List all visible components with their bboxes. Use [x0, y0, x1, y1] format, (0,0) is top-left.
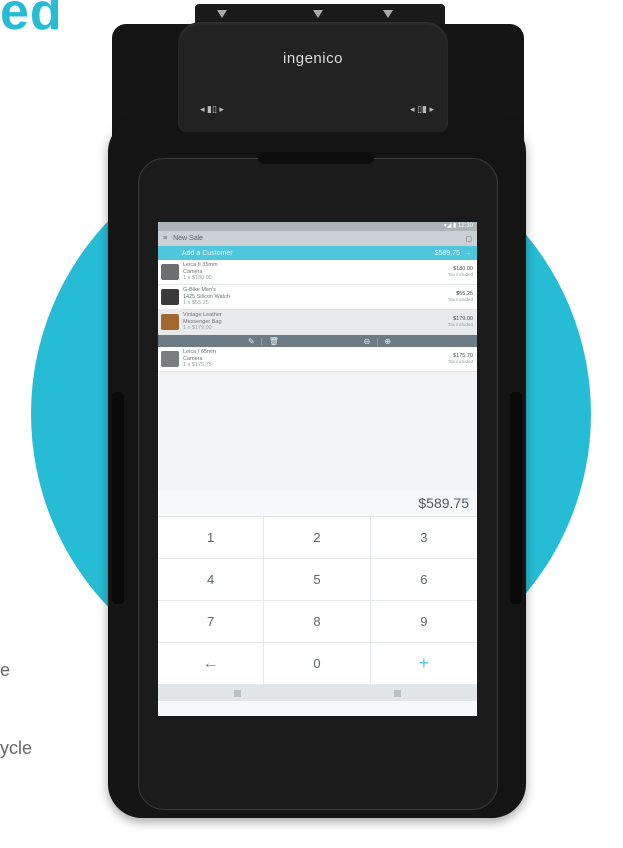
card-slot-arrow-icon [217, 10, 227, 18]
key-7[interactable]: 7 [158, 601, 265, 643]
key-6[interactable]: 6 [370, 559, 477, 601]
app-bar: ≡ New Sale ▢ [158, 231, 477, 246]
card-reader: ingenico ◂ ▮▯ ▸ ◂ ▯▮ ▸ [178, 22, 448, 132]
add-customer-label[interactable]: Add a Customer [182, 250, 233, 257]
cart-item-selected[interactable]: Vintage Leather Messenger Bag 1 x $179.0… [158, 310, 477, 335]
side-text-fragment-bottom: ycle [0, 738, 33, 758]
product-thumbnail [161, 314, 179, 330]
cart-empty-area [158, 372, 477, 490]
product-thumbnail [161, 264, 179, 280]
product-thumbnail [161, 351, 179, 367]
heading-fragment: ed [0, 0, 63, 41]
key-4[interactable]: 4 [158, 559, 265, 601]
card-slot-arrow-icon [383, 10, 393, 18]
total-display: $589.75 [158, 490, 477, 516]
divider: | [376, 336, 379, 346]
nav-button-icon[interactable] [234, 689, 242, 697]
status-bar: ▾◢ ▮ 12:30 [158, 222, 477, 231]
left-grip [112, 392, 124, 604]
add-key[interactable]: + [370, 643, 477, 685]
numeric-keypad: 1 2 3 4 5 6 7 8 9 ← 0 + [158, 516, 477, 685]
cart-total: $589.75 [434, 249, 460, 257]
arrow-right-icon[interactable]: → [464, 250, 471, 257]
nav-button-icon[interactable] [393, 689, 401, 697]
backspace-key[interactable]: ← [158, 643, 265, 685]
key-5[interactable]: 5 [264, 559, 371, 601]
right-grip [510, 392, 522, 604]
product-thumbnail [161, 289, 179, 305]
delete-icon[interactable]: 🗑 [269, 337, 279, 346]
app-title: New Sale [173, 235, 204, 242]
item-quantity: 1 x $175.75 [183, 362, 212, 369]
key-0[interactable]: 0 [264, 643, 371, 685]
key-3[interactable]: 3 [370, 517, 477, 559]
tax-note: Tax included [447, 322, 473, 327]
edit-icon[interactable]: ✎ [248, 337, 255, 346]
brand-logo: ingenico [283, 50, 343, 67]
key-8[interactable]: 8 [264, 601, 371, 643]
card-insert-right-icon: ◂ ▯▮ ▸ [410, 104, 434, 114]
tax-note: Tax included [447, 359, 473, 364]
item-action-bar: ✎ | 🗑 ⊖ | ⊕ [158, 335, 477, 347]
item-quantity: 1 x $180.00 [183, 275, 212, 282]
chat-icon[interactable]: ▢ [465, 235, 472, 243]
cart-item[interactable]: Leica I 65mm Camera 1 x $175.75 $175.70 … [158, 347, 477, 372]
customer-bar[interactable]: Add a Customer $589.75 → [158, 246, 477, 260]
key-1[interactable]: 1 [158, 517, 265, 559]
tax-note: Tax included [447, 272, 473, 277]
system-nav-bar [158, 685, 477, 701]
decrease-quantity-icon[interactable]: ⊖ [364, 337, 371, 346]
item-quantity: 1 x $55.25 [183, 300, 209, 307]
card-insert-left-icon: ◂ ▮▯ ▸ [200, 104, 224, 114]
side-text-fragment-top: e [0, 660, 11, 680]
pos-screen: ▾◢ ▮ 12:30 ≡ New Sale ▢ Add a Customer $… [158, 222, 477, 716]
card-slot-arrow-icon [313, 10, 323, 18]
item-quantity: 1 x $179.00 [183, 325, 212, 332]
divider: | [260, 336, 263, 346]
speaker-slot [258, 152, 374, 164]
key-9[interactable]: 9 [370, 601, 477, 643]
tax-note: Tax included [447, 297, 473, 302]
menu-icon[interactable]: ≡ [163, 235, 167, 242]
increase-quantity-icon[interactable]: ⊕ [384, 337, 391, 346]
cart-item[interactable]: Leica II 35mm Camera 1 x $180.00 $180.00… [158, 260, 477, 285]
cart-item[interactable]: G-Bike Men's 1425 Silicon Watch 1 x $55.… [158, 285, 477, 310]
key-2[interactable]: 2 [264, 517, 371, 559]
